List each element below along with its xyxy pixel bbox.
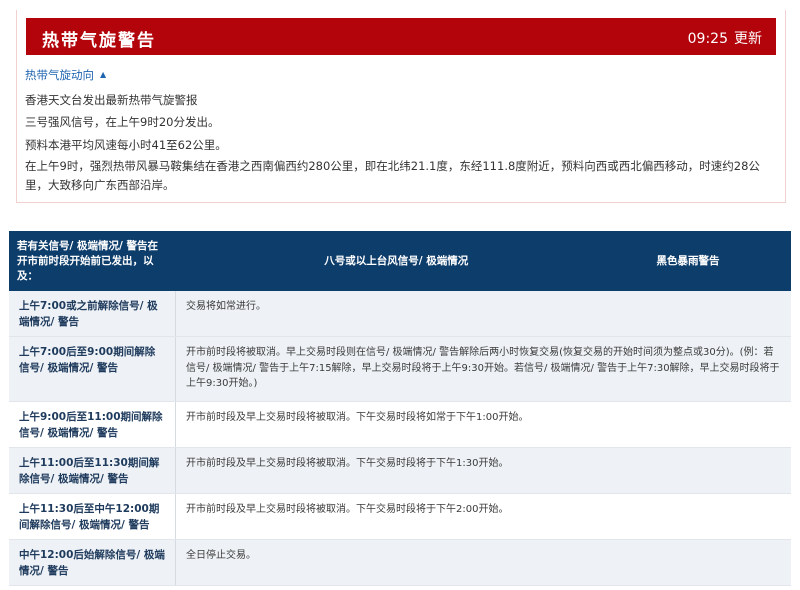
typhoon-track-link-label[interactable]: 热带气旋动向 — [25, 68, 94, 82]
row-condition: 中午12:00后始解除信号/ 极端情况/ 警告 — [9, 539, 176, 586]
row-condition: 上午11:00后至11:30期间解除信号/ 极端情况/ 警告 — [9, 447, 176, 494]
update-label: 更新 — [734, 31, 762, 47]
warning-line-observatory: 香港天文台发出最新热带气旋警报 — [25, 93, 198, 107]
column-header-condition: 若有关信号/ 极端情况/ 警告在开市前时段开始前已发出，以及： — [9, 231, 176, 291]
row-description: 开市前时段将被取消。早上交易时段则在信号/ 极端情况/ 警告解除后两小时恢复交易… — [175, 336, 791, 402]
table-header-row: 若有关信号/ 极端情况/ 警告在开市前时段开始前已发出，以及： 八号或以上台风信… — [9, 231, 791, 291]
update-time: 09:25 更新 — [682, 28, 762, 48]
warning-line-wind-speed: 预料本港平均风速每小时41至62公里。 — [25, 138, 227, 152]
table-row: 上午11:30后至中午12:00期间解除信号/ 极端情况/ 警告 开市前时段及早… — [9, 493, 791, 540]
table-row: 上午11:00后至11:30期间解除信号/ 极端情况/ 警告 开市前时段及早上交… — [9, 447, 791, 494]
row-condition: 上午7:00或之前解除信号/ 极端情况/ 警告 — [9, 291, 176, 337]
column-header-black-rainstorm: 黑色暴雨警告 — [585, 231, 791, 291]
row-condition: 上午7:00后至9:00期间解除信号/ 极端情况/ 警告 — [9, 336, 176, 402]
warning-line-storm-position: 在上午9时，强烈热带风暴马鞍集结在香港之西南偏西约280公里，即在北纬21.1度… — [25, 159, 760, 192]
warning-title: 热带气旋警告 — [42, 31, 156, 51]
table-row: 上午7:00后至9:00期间解除信号/ 极端情况/ 警告 开市前时段将被取消。早… — [9, 336, 791, 402]
row-condition: 上午9:00后至11:00期间解除信号/ 极端情况/ 警告 — [9, 401, 176, 448]
trading-arrangement-table: 若有关信号/ 极端情况/ 警告在开市前时段开始前已发出，以及： 八号或以上台风信… — [9, 231, 791, 586]
row-description: 开市前时段及早上交易时段将被取消。下午交易时段将于下午1:30开始。 — [175, 447, 791, 494]
warning-header-bar: 热带气旋警告 09:25 更新 — [26, 18, 776, 55]
table-row: 中午12:00后始解除信号/ 极端情况/ 警告 全日停止交易。 — [9, 539, 791, 586]
warning-line-signal: 三号强风信号，在上午9时20分发出。 — [25, 115, 220, 129]
update-time-value: 09:25 — [687, 31, 728, 47]
caret-up-icon[interactable]: ▲ — [100, 70, 106, 79]
typhoon-track-toggle[interactable]: 热带气旋动向 ▲ — [25, 67, 106, 83]
row-description: 开市前时段及早上交易时段将被取消。下午交易时段将如常于下午1:00开始。 — [175, 401, 791, 448]
row-description: 交易将如常进行。 — [175, 291, 791, 337]
column-header-typhoon: 八号或以上台风信号/ 极端情况 — [175, 231, 585, 291]
row-description: 开市前时段及早上交易时段将被取消。下午交易时段将于下午2:00开始。 — [175, 493, 791, 540]
table-row: 上午7:00或之前解除信号/ 极端情况/ 警告 交易将如常进行。 — [9, 291, 791, 337]
row-description: 全日停止交易。 — [175, 539, 791, 586]
row-condition: 上午11:30后至中午12:00期间解除信号/ 极端情况/ 警告 — [9, 493, 176, 540]
table-row: 上午9:00后至11:00期间解除信号/ 极端情况/ 警告 开市前时段及早上交易… — [9, 401, 791, 448]
